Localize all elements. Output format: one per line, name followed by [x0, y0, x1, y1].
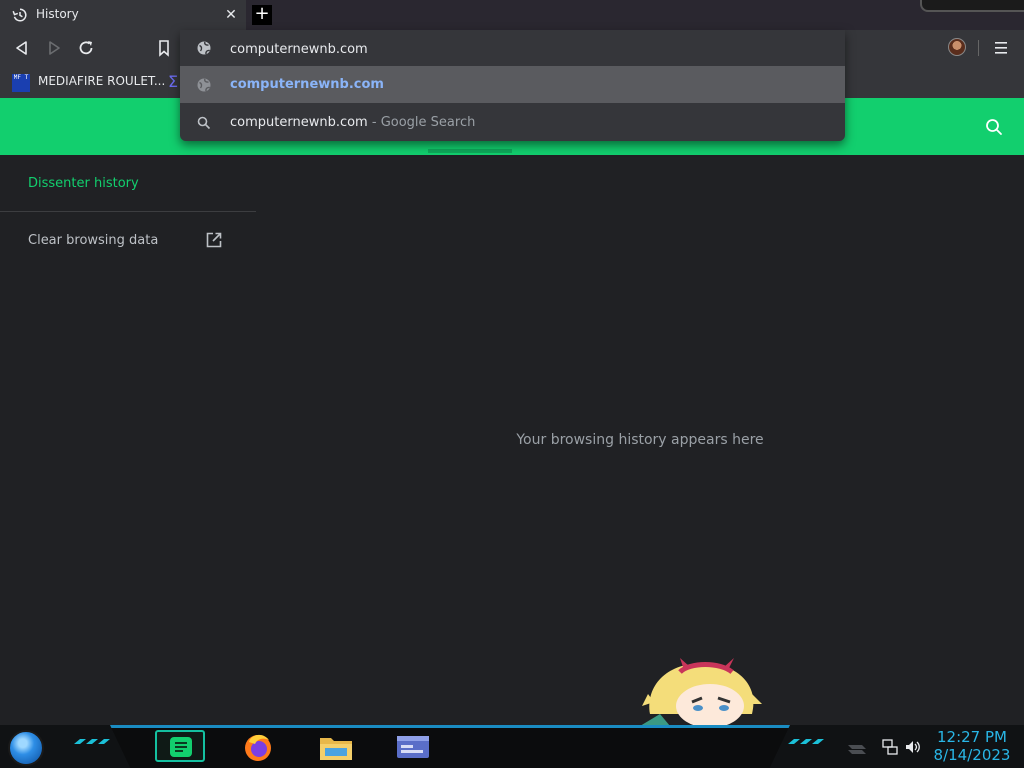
- tray-overflow-icon[interactable]: [846, 741, 868, 755]
- clock-time[interactable]: 12:27 PM: [930, 728, 1014, 746]
- open-in-new-icon[interactable]: [205, 231, 223, 249]
- sidebar-divider: [0, 211, 256, 212]
- notes-app-icon: [170, 737, 192, 757]
- taskbar-app-control-panel[interactable]: [388, 730, 438, 762]
- forward-arrow-icon[interactable]: [44, 38, 64, 58]
- firefox-icon: [245, 734, 271, 761]
- desktop-mascot-image: [640, 658, 762, 726]
- profile-avatar[interactable]: [948, 38, 966, 56]
- taskbar-app-firefox[interactable]: [234, 730, 284, 762]
- omnibox-suggestion[interactable]: computernewnb.com - Google Search: [180, 104, 845, 141]
- tab-title: History: [36, 7, 79, 21]
- taskbar-app-notes[interactable]: [155, 730, 205, 762]
- toolbar-divider: [978, 40, 979, 56]
- tab-close-button[interactable]: ✕: [222, 6, 240, 24]
- bookmark-label: MEDIAFIRE ROULET...: [38, 74, 166, 88]
- tab-history[interactable]: History ✕: [0, 0, 246, 30]
- globe-icon: [197, 41, 211, 55]
- network-icon[interactable]: [882, 739, 898, 755]
- history-sidebar: Dissenter history Clear browsing data: [0, 155, 256, 725]
- history-icon: [12, 8, 27, 22]
- suggestion-text: computernewnb.com: [230, 115, 368, 130]
- taskbar-app-file-explorer[interactable]: [312, 730, 362, 762]
- sidebar-item-clear-browsing-data[interactable]: Clear browsing data: [28, 233, 158, 248]
- tab-strip: History ✕ +: [0, 0, 1024, 30]
- window-app-icon: [397, 736, 429, 758]
- omnibox-dropdown: computernewnb.com computernewnb.com - Go…: [180, 30, 845, 141]
- mediafire-roulette-icon: MF T: [12, 74, 30, 92]
- header-tab-indicator: [428, 149, 512, 153]
- reload-icon[interactable]: [76, 38, 96, 58]
- suggestion-text: computernewnb.com: [230, 77, 384, 92]
- search-icon[interactable]: [984, 117, 1004, 137]
- omnibox-input-row: [180, 30, 845, 66]
- omnibox-suggestion[interactable]: computernewnb.com: [180, 66, 845, 103]
- folder-icon: [320, 738, 352, 760]
- taskbar-chevron-decoration: [788, 739, 824, 744]
- search-icon: [197, 116, 211, 130]
- address-bar-input[interactable]: [230, 39, 790, 59]
- taskbar-chevron-decoration: [74, 739, 110, 744]
- taskbar-app-dock: [110, 725, 790, 768]
- back-arrow-icon[interactable]: [12, 38, 32, 58]
- suggestion-text-wrapper: computernewnb.com - Google Search: [230, 115, 475, 130]
- empty-history-message: Your browsing history appears here: [516, 432, 764, 448]
- start-button[interactable]: [8, 730, 44, 766]
- bookmark-icon[interactable]: [154, 38, 174, 58]
- clock-date[interactable]: 8/14/2023: [930, 746, 1014, 764]
- globe-icon: [197, 78, 211, 92]
- sidebar-item-dissenter-history[interactable]: Dissenter history: [28, 176, 139, 191]
- taskbar: 12:27 PM 8/14/2023: [0, 725, 1024, 768]
- window-frame-decoration: [920, 0, 1024, 12]
- new-tab-button[interactable]: +: [252, 5, 272, 25]
- volume-icon[interactable]: [904, 739, 922, 755]
- hamburger-menu-icon[interactable]: [994, 40, 1008, 56]
- suggestion-suffix: - Google Search: [367, 115, 476, 130]
